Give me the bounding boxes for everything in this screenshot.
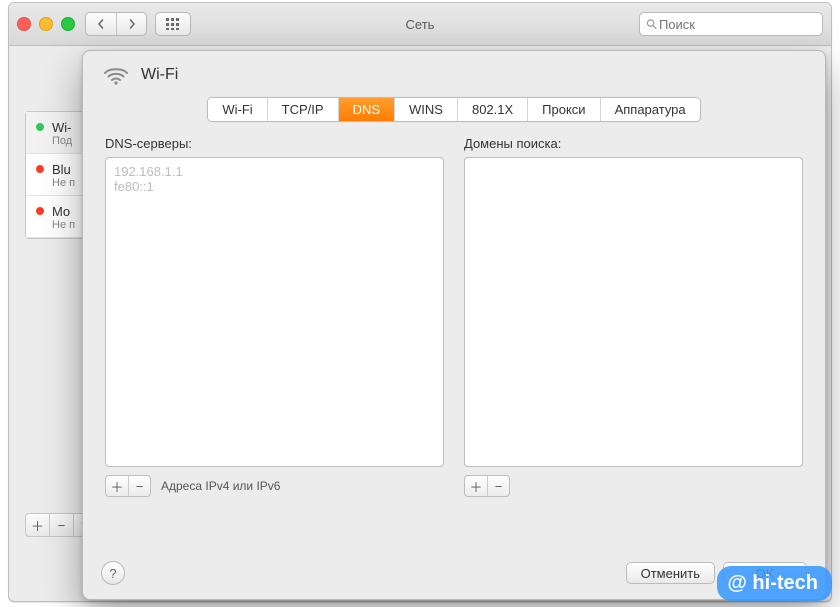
forward-button[interactable]	[116, 13, 146, 35]
sidebar-remove-button[interactable]: −	[50, 514, 74, 536]
dns-servers-label: DNS-серверы:	[105, 136, 444, 151]
tab-dns[interactable]: DNS	[339, 98, 395, 121]
close-window-icon[interactable]	[17, 17, 31, 31]
dns-remove-button[interactable]: −	[128, 476, 150, 496]
sidebar-item-name: Mo	[52, 204, 75, 219]
domains-add-button[interactable]: ＋	[465, 476, 487, 496]
wifi-icon	[103, 65, 129, 85]
search-domains-listbox[interactable]	[464, 157, 803, 467]
back-button[interactable]	[86, 13, 116, 35]
search-field[interactable]	[639, 12, 823, 36]
tab--[interactable]: Прокси	[528, 98, 600, 121]
tab-802-1x[interactable]: 802.1X	[458, 98, 528, 121]
search-domains-label: Домены поиска:	[464, 136, 803, 151]
titlebar: Сеть	[9, 3, 831, 46]
sidebar-add-button[interactable]: ＋	[26, 514, 50, 536]
sidebar-item-status: Не п	[52, 177, 75, 189]
tab-wi-fi[interactable]: Wi-Fi	[208, 98, 267, 121]
nav-back-forward	[85, 12, 147, 36]
watermark-text: @ hi-tech	[727, 572, 818, 595]
chevron-left-icon	[96, 19, 106, 29]
watermark-badge: @ hi-tech	[717, 566, 832, 601]
cancel-button[interactable]: Отменить	[626, 562, 715, 584]
sidebar-item-status: Не п	[52, 219, 75, 231]
dns-server-entry[interactable]: fe80::1	[114, 179, 435, 194]
dns-servers-listbox[interactable]: 192.168.1.1fe80::1	[105, 157, 444, 467]
search-domains-column: Домены поиска: ＋ −	[464, 136, 803, 497]
search-input[interactable]	[657, 16, 816, 33]
show-all-button[interactable]	[155, 12, 191, 36]
sidebar-item-name: Blu	[52, 162, 75, 177]
search-icon	[646, 18, 657, 30]
sidebar-item-status: Под	[52, 135, 72, 147]
chevron-right-icon	[127, 19, 137, 29]
dns-servers-column: DNS-серверы: 192.168.1.1fe80::1 ＋ − Адре…	[105, 136, 444, 497]
dns-add-button[interactable]: ＋	[106, 476, 128, 496]
tab-tcp-ip[interactable]: TCP/IP	[268, 98, 339, 121]
status-dot-icon	[36, 207, 44, 215]
sheet-header: Wi-Fi	[83, 51, 825, 89]
status-dot-icon	[36, 123, 44, 131]
tab--[interactable]: Аппаратура	[601, 98, 700, 121]
tabs-segmented-control: Wi-FiTCP/IPDNSWINS802.1XПроксиАппаратура	[207, 97, 700, 122]
advanced-settings-sheet: Wi-Fi Wi-FiTCP/IPDNSWINS802.1XПроксиАппа…	[82, 50, 826, 600]
tab-wins[interactable]: WINS	[395, 98, 458, 121]
dns-server-entry[interactable]: 192.168.1.1	[114, 164, 435, 179]
sheet-help-button[interactable]: ?	[101, 561, 125, 585]
domains-remove-button[interactable]: −	[487, 476, 509, 496]
zoom-window-icon[interactable]	[61, 17, 75, 31]
status-dot-icon	[36, 165, 44, 173]
sheet-footer: ? Отменить OK	[83, 551, 825, 599]
sidebar-item-name: Wi-	[52, 120, 72, 135]
grid-icon	[166, 18, 180, 30]
minimize-window-icon[interactable]	[39, 17, 53, 31]
domains-add-remove: ＋ −	[464, 475, 510, 497]
dns-add-remove: ＋ −	[105, 475, 151, 497]
window-traffic-lights	[17, 17, 75, 31]
sheet-title: Wi-Fi	[141, 66, 178, 84]
dns-hint: Адреса IPv4 или IPv6	[161, 479, 280, 493]
